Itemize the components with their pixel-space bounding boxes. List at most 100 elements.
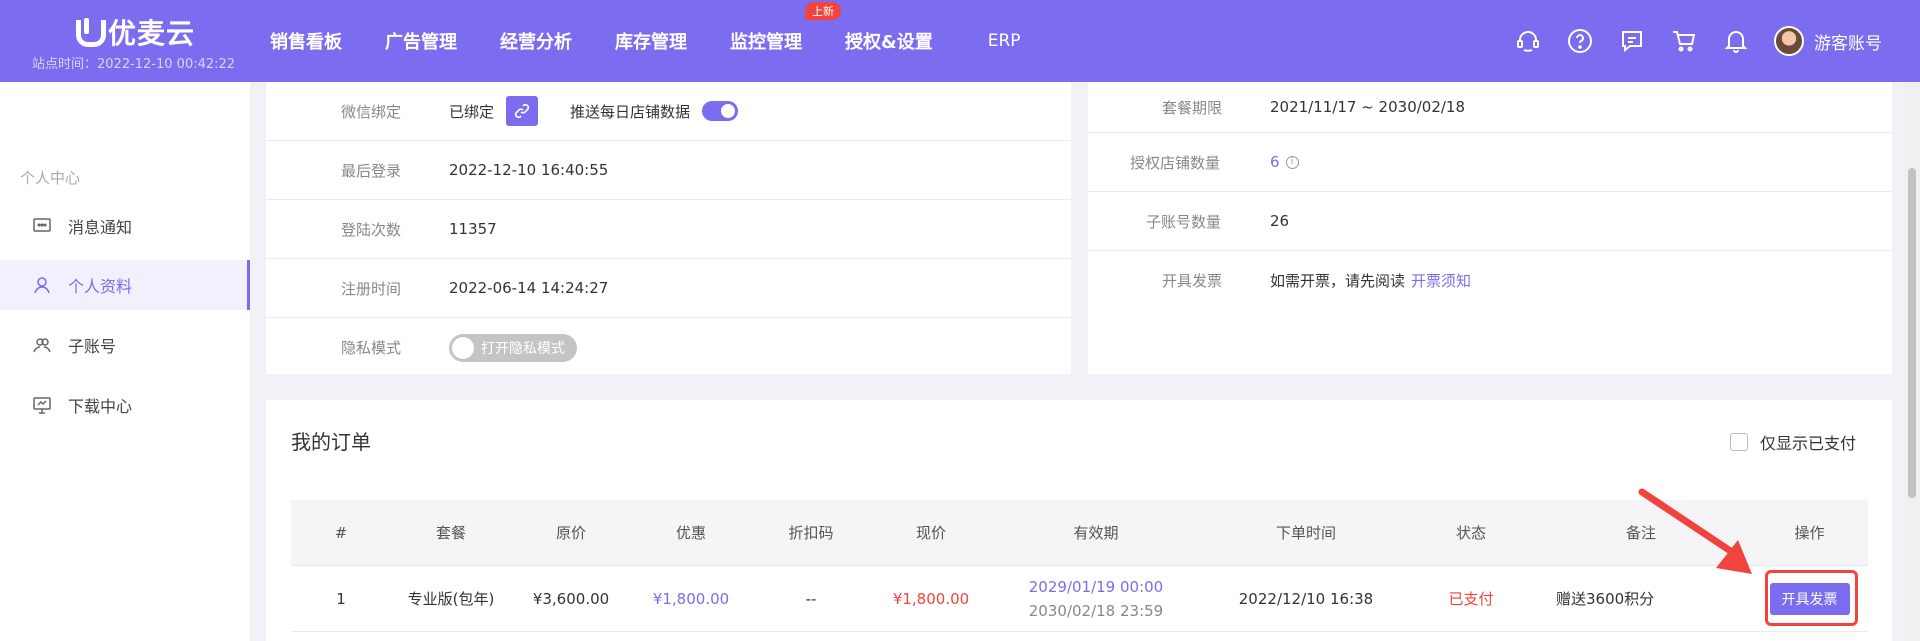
register-time-row: 注册时间 2022-06-14 14:24:27 [266,259,1071,318]
plan-card: 套餐期限 2021/11/17 ~ 2030/02/18 授权店铺数量 6 i … [1088,82,1892,374]
sidebar-section-title: 个人中心 [20,169,81,187]
site-time: 站点时间：2022-12-10 00:42:22 [32,57,236,72]
order-time: 2022/12/10 16:38 [1238,589,1374,608]
account-name[interactable]: 游客账号 [1814,29,1882,54]
nav-inventory[interactable]: 库存管理 [615,28,687,54]
invoice-text-group: 如需开票，请先阅读 开票须知 [1270,270,1471,291]
column-header: # [334,523,348,542]
logo-text: 优麦云 [108,17,196,50]
column-header: 套餐 [435,524,466,542]
wechat-link-button[interactable] [506,96,539,126]
sidebar-item-subaccounts[interactable]: 子账号 [0,320,250,370]
scrollbar[interactable] [1904,82,1920,641]
invoice-text: 如需开票，请先阅读 [1270,272,1406,290]
order-valid-to: 2030/02/18 23:59 [1028,601,1164,620]
profile-card: 微信绑定 已绑定 推送每日店铺数据 最后登录 2022-12-10 16:40:… [266,82,1071,374]
privacy-row: 隐私模式 打开隐私模式 [266,318,1071,377]
feedback-icon[interactable] [1618,27,1646,55]
shops-value[interactable]: 6 [1270,153,1280,171]
logo[interactable]: 优麦云 [74,12,195,52]
nav-analytics[interactable]: 经营分析 [500,28,572,54]
sidebar-item-profile[interactable]: 个人资料 [0,260,250,310]
sidebar-item-label: 子账号 [68,337,117,356]
orders-title: 我的订单 [291,430,371,454]
sidebar-item-downloads[interactable]: 下载中心 [0,380,250,430]
user-avatar[interactable] [1774,26,1804,56]
main-nav: 销售看板 广告管理 经营分析 库存管理 监控管理 上新 授权&设置 ERP [270,0,1064,82]
nav-erp[interactable]: ERP [988,31,1021,51]
order-plan: 专业版(包年) [407,590,495,608]
cart-icon[interactable] [1670,27,1698,55]
scrollbar-thumb[interactable] [1908,168,1916,498]
last-login-label: 最后登录 [341,161,402,180]
users-icon [32,335,52,355]
wechat-row: 微信绑定 已绑定 推送每日店铺数据 [266,82,1071,141]
wechat-value-group: 已绑定 推送每日店铺数据 [449,96,739,126]
only-paid-checkbox[interactable] [1729,433,1748,451]
help-icon[interactable] [1566,27,1594,55]
only-paid-label: 仅显示已支付 [1759,434,1856,453]
nav-monitoring[interactable]: 监控管理 上新 [730,2,841,54]
link-icon [514,103,530,119]
push-daily-label: 推送每日店铺数据 [570,102,691,121]
red-arrow-annotation-icon [1638,488,1752,574]
sidebar-item-messages[interactable]: 消息通知 [0,201,250,251]
column-header: 有效期 [1073,524,1119,542]
order-valid-from: 2029/01/19 00:00 [1028,577,1164,596]
order-discount: ¥1,800.00 [652,589,730,608]
order-original-price: ¥3,600.00 [532,589,610,608]
sidebar-item-label: 消息通知 [68,218,133,237]
column-header: 现价 [915,524,946,542]
invoice-notice-link[interactable]: 开票须知 [1411,270,1471,291]
nav-auth-settings[interactable]: 授权&设置 [845,28,933,54]
user-icon [32,275,52,295]
customer-service-icon[interactable] [1514,27,1542,55]
top-header: 优麦云 站点时间：2022-12-10 00:42:22 销售看板 广告管理 经… [0,0,1920,82]
column-header: 下单时间 [1275,524,1336,542]
nav-ads[interactable]: 广告管理 [385,28,457,54]
logo-mark-icon [74,18,106,47]
nav-sales-dashboard[interactable]: 销售看板 [270,28,342,54]
plan-period-row: 套餐期限 2021/11/17 ~ 2030/02/18 [1088,82,1892,133]
subaccounts-label: 子账号数量 [1146,212,1222,231]
order-index: 1 [336,589,346,608]
plan-period-label: 套餐期限 [1162,98,1223,117]
message-icon [32,216,52,236]
new-badge: 上新 [805,2,841,20]
last-login-row: 最后登录 2022-12-10 16:40:55 [266,141,1071,200]
subaccounts-row: 子账号数量 26 [1088,192,1892,251]
wechat-label: 微信绑定 [341,102,402,121]
login-count-row: 登陆次数 11357 [266,200,1071,259]
register-time-label: 注册时间 [341,279,402,298]
notification-bell-icon[interactable] [1722,27,1750,55]
subaccounts-value[interactable]: 26 [1270,212,1289,230]
download-icon [32,395,52,415]
shops-label: 授权店铺数量 [1130,153,1221,172]
sidebar-item-label: 个人资料 [68,277,133,296]
wechat-status: 已绑定 [449,102,495,121]
column-header: 折扣码 [788,524,834,542]
order-validity: 2029/01/19 00:00 2030/02/18 23:59 [991,566,1201,631]
sidebar-item-label: 下载中心 [68,397,133,416]
order-current-price: ¥1,800.00 [892,589,970,608]
register-time-value: 2022-06-14 14:24:27 [449,279,609,297]
push-daily-toggle[interactable] [702,101,739,121]
nav-monitoring-label: 监控管理 [730,32,802,53]
sidebar: 个人中心 消息通知 个人资料 子账号 下载中心 [0,82,250,641]
shops-value-group: 6 i [1270,153,1299,171]
column-header: 状态 [1455,524,1486,542]
privacy-toggle[interactable]: 打开隐私模式 [449,333,577,362]
login-count-value: 11357 [449,220,497,238]
header-actions: 游客账号 [1514,0,1920,82]
plan-period-value: 2021/11/17 ~ 2030/02/18 [1270,98,1466,116]
column-header: 优惠 [675,524,706,542]
last-login-value: 2022-12-10 16:40:55 [449,161,609,179]
login-count-label: 登陆次数 [341,220,402,239]
order-status-badge: 已支付 [1448,590,1494,608]
order-discount-code: -- [805,589,817,608]
info-icon[interactable]: i [1285,155,1299,169]
invoice-row: 开具发票 如需开票，请先阅读 开票须知 [1088,251,1892,310]
privacy-label: 隐私模式 [341,339,402,357]
only-paid-filter[interactable]: 仅显示已支付 [1729,430,1856,454]
privacy-toggle-wrap: 打开隐私模式 [449,333,577,362]
